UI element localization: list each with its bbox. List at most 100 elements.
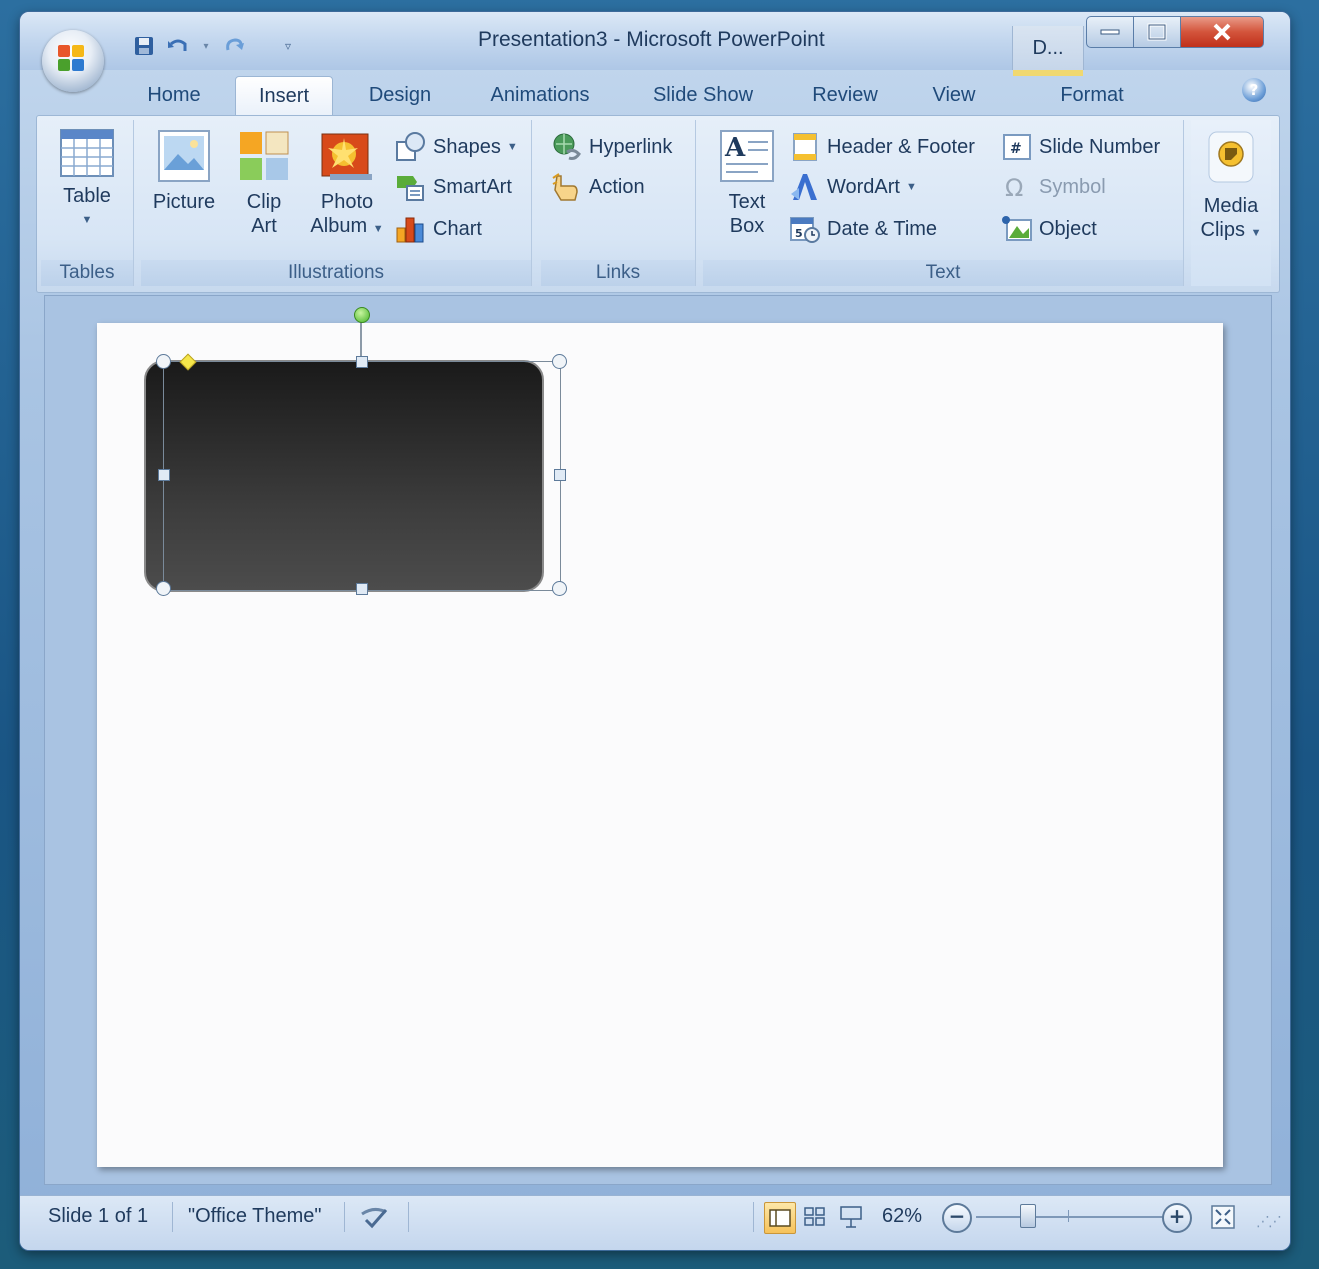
resize-grip-icon[interactable]: ⋰⋰ (1256, 1214, 1282, 1230)
shapes-icon (396, 132, 425, 161)
office-logo-icon (58, 45, 88, 75)
restore-button[interactable] (1134, 16, 1181, 48)
resize-handle-bottom[interactable] (356, 583, 368, 595)
title-bar: ▾ ▿ Presentation3 - Microsoft PowerPoint… (20, 12, 1290, 76)
resize-handle-top-right[interactable] (552, 354, 567, 369)
undo-dropdown-icon[interactable]: ▾ (200, 34, 212, 58)
tab-insert[interactable]: Insert (235, 76, 333, 115)
help-icon[interactable]: ? (1242, 78, 1266, 102)
zoom-level[interactable]: 62% (882, 1196, 922, 1236)
clip-art-label-line2: Art (251, 215, 277, 237)
shapes-dropdown-icon: ▼ (506, 141, 518, 153)
status-divider (344, 1202, 345, 1232)
zoom-slider-track[interactable] (976, 1216, 1166, 1218)
photo-album-button[interactable]: Photo Album ▼ (303, 128, 391, 241)
action-icon (552, 173, 578, 201)
date-time-icon: 5 (790, 217, 820, 243)
save-icon[interactable] (132, 34, 156, 58)
customize-icon[interactable]: ▿ (276, 34, 300, 58)
slide-number-button[interactable]: # Slide Number (1001, 132, 1160, 162)
media-clips-icon (1208, 131, 1254, 183)
undo-icon[interactable] (166, 34, 190, 58)
chart-icon (396, 217, 424, 243)
theme-status[interactable]: "Office Theme" (188, 1196, 322, 1236)
spell-check-icon[interactable] (360, 1202, 390, 1232)
wordart-button[interactable]: WordArt ▼ (789, 172, 917, 202)
wordart-label: WordArt (827, 175, 900, 198)
media-clips-label-line1: Media (1203, 195, 1259, 217)
status-bar: Slide 1 of 1 "Office Theme" 62% − + ⋰⋰ (20, 1195, 1290, 1250)
status-divider (172, 1202, 173, 1232)
photo-album-label-line1: Photo (320, 191, 374, 213)
slide-show-view-button[interactable] (836, 1202, 866, 1232)
svg-text:Ω: Ω (1005, 174, 1023, 202)
header-footer-button[interactable]: Header & Footer (789, 132, 975, 162)
tab-view[interactable]: View (918, 76, 990, 114)
tab-review[interactable]: Review (798, 76, 892, 114)
smartart-label: SmartArt (433, 175, 512, 198)
tab-format[interactable]: Format (1044, 76, 1140, 114)
group-label-illustrations: Illustrations (141, 260, 531, 286)
header-footer-icon (793, 133, 817, 161)
rotation-handle-line (360, 321, 362, 361)
photo-album-label-line2: Album ▼ (310, 215, 384, 237)
normal-view-button[interactable] (764, 1202, 796, 1234)
resize-handle-left[interactable] (158, 469, 170, 481)
text-box-label-line1: Text (728, 191, 766, 213)
svg-text:A: A (724, 133, 746, 163)
svg-text:5: 5 (795, 227, 803, 240)
picture-button[interactable]: Picture (147, 128, 221, 214)
shape-selection-frame (163, 361, 561, 591)
media-clips-label-line2: Clips ▼ (1200, 219, 1262, 241)
date-time-button[interactable]: 5 Date & Time (789, 214, 937, 244)
table-icon (60, 129, 114, 177)
group-label-tables: Tables (41, 260, 133, 286)
drawing-tools-context-tab[interactable]: D... (1012, 26, 1084, 76)
text-box-button[interactable]: A Text Box (709, 128, 785, 238)
resize-handle-top[interactable] (356, 356, 368, 368)
resize-handle-right[interactable] (554, 469, 566, 481)
minimize-button[interactable] (1086, 16, 1134, 48)
clip-art-button[interactable]: Clip Art (229, 128, 299, 238)
hyperlink-icon (553, 133, 581, 160)
table-button[interactable]: Table ▼ (41, 128, 133, 232)
powerpoint-window: ▾ ▿ Presentation3 - Microsoft PowerPoint… (20, 12, 1290, 1250)
tab-design[interactable]: Design (350, 76, 450, 114)
quick-access-toolbar: ▾ ▿ (120, 32, 300, 60)
zoom-in-button[interactable]: + (1162, 1203, 1192, 1233)
normal-view-icon (769, 1209, 791, 1227)
rotation-handle[interactable] (354, 307, 370, 323)
zoom-slider-thumb[interactable] (1020, 1204, 1036, 1228)
shapes-button[interactable]: Shapes ▼ (395, 132, 518, 162)
resize-handle-bottom-right[interactable] (552, 581, 567, 596)
smartart-button[interactable]: SmartArt (395, 172, 512, 202)
office-button[interactable] (42, 30, 104, 92)
wordart-icon (791, 174, 817, 200)
media-clips-button[interactable]: Media Clips ▼ (1191, 128, 1271, 245)
resize-handle-bottom-left[interactable] (156, 581, 171, 596)
tab-animations[interactable]: Animations (475, 76, 605, 114)
status-divider (753, 1202, 754, 1232)
tab-slide-show[interactable]: Slide Show (638, 76, 768, 114)
hyperlink-button[interactable]: Hyperlink (551, 132, 672, 162)
slide-sorter-icon (804, 1207, 825, 1226)
tab-home[interactable]: Home (128, 76, 220, 114)
action-button[interactable]: Action (551, 172, 645, 202)
slide-sorter-view-button[interactable] (800, 1202, 830, 1232)
group-media-clips: Media Clips ▼ (1191, 120, 1271, 286)
clip-art-icon (240, 131, 289, 180)
photo-album-icon (321, 133, 372, 180)
close-button[interactable] (1181, 16, 1264, 48)
zoom-out-button[interactable]: − (942, 1203, 972, 1233)
picture-label: Picture (152, 191, 216, 213)
resize-handle-top-left[interactable] (156, 354, 171, 369)
redo-icon[interactable] (222, 34, 246, 58)
zoom-slider-center-tick (1068, 1210, 1069, 1222)
wordart-dropdown-icon: ▼ (905, 181, 917, 193)
svg-text:#: # (1010, 141, 1022, 157)
object-button[interactable]: Object (1001, 214, 1097, 244)
fit-slide-to-window-button[interactable] (1208, 1202, 1238, 1232)
chart-button[interactable]: Chart (395, 214, 482, 244)
date-time-label: Date & Time (827, 217, 938, 240)
symbol-button[interactable]: Ω Symbol (1001, 172, 1106, 202)
